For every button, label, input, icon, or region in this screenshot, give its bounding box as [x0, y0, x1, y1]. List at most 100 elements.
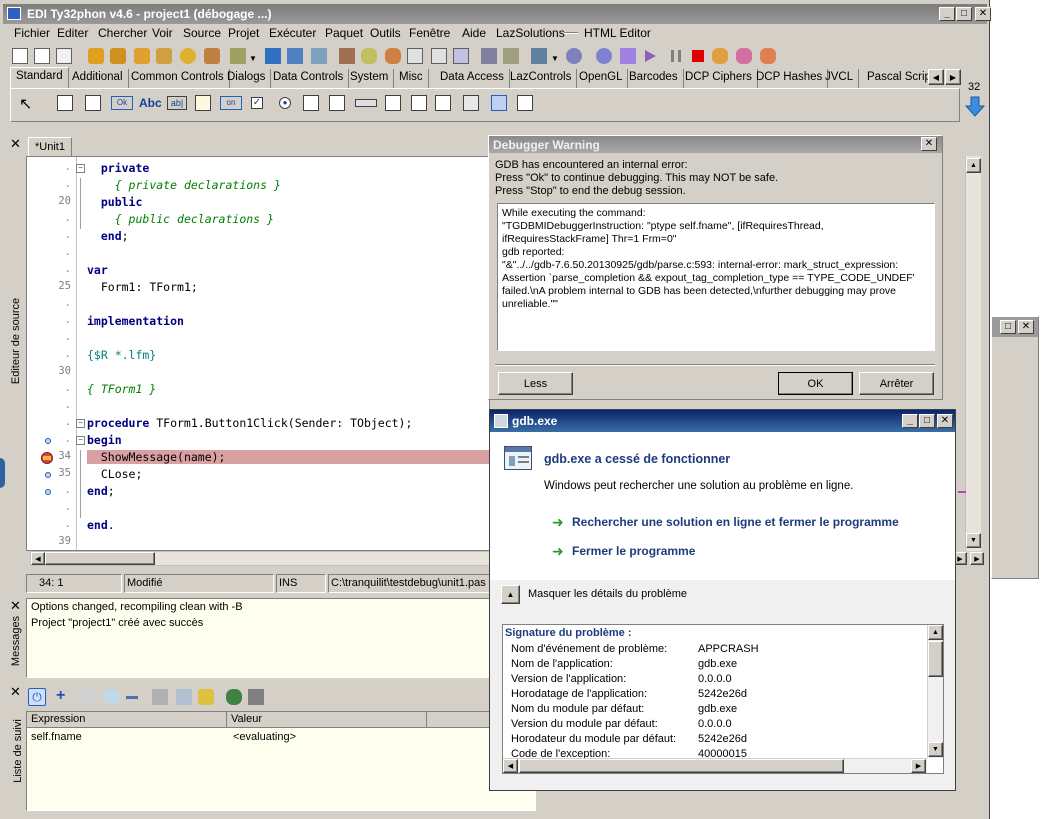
- fold-toggle-icon[interactable]: −: [76, 164, 85, 173]
- scroll-up-icon[interactable]: ▲: [966, 158, 981, 173]
- ok-button[interactable]: OK: [778, 372, 853, 395]
- message-line[interactable]: Project "project1" créé avec succès: [31, 617, 203, 629]
- enable-watch-icon[interactable]: [80, 689, 96, 705]
- menu-chercher[interactable]: Chercher: [98, 26, 147, 40]
- step-into-source-icon[interactable]: [712, 48, 728, 64]
- palette-tab-barcodes[interactable]: Barcodes: [624, 69, 684, 88]
- tgroupbox-icon[interactable]: [385, 95, 401, 111]
- tpanel-icon[interactable]: [463, 95, 479, 111]
- gdb-maximize-button[interactable]: □: [919, 414, 935, 428]
- sig-scroll-left-icon[interactable]: ◀: [503, 759, 518, 773]
- run-icon[interactable]: [642, 48, 658, 64]
- enable-all-icon[interactable]: [152, 689, 168, 705]
- menu-voir[interactable]: Voir: [152, 26, 173, 40]
- column-expression[interactable]: Expression: [27, 712, 227, 728]
- step-out-icon[interactable]: [760, 48, 776, 64]
- disable-watch-icon[interactable]: [104, 689, 120, 705]
- tlabel-icon[interactable]: Abc: [139, 96, 162, 110]
- code-line[interactable]: end;: [87, 229, 129, 243]
- new-file-icon[interactable]: [12, 48, 28, 64]
- download-arrow-icon[interactable]: [964, 96, 986, 118]
- tactionlist-icon[interactable]: [517, 95, 533, 111]
- close-program-link[interactable]: Fermer le programme: [572, 544, 695, 558]
- current-execution-arrow-icon[interactable]: [41, 452, 53, 464]
- code-line[interactable]: procedure TForm1.Button1Click(Sender: TO…: [87, 416, 412, 430]
- gdb-minimize-button[interactable]: _: [902, 414, 918, 428]
- tframe-icon[interactable]: [491, 95, 507, 111]
- disable-all-icon[interactable]: [176, 689, 192, 705]
- menu-html-editor[interactable]: HTML Editor: [584, 26, 651, 40]
- minimize-button[interactable]: _: [939, 7, 955, 21]
- open-package-icon[interactable]: [156, 48, 172, 64]
- tcheckbox-icon[interactable]: ✓: [251, 97, 263, 109]
- find-icon[interactable]: [180, 48, 196, 64]
- step-over-source-icon[interactable]: [736, 48, 752, 64]
- stop-button[interactable]: Arrêter: [859, 372, 934, 395]
- menu-aide[interactable]: Aide: [462, 26, 486, 40]
- ttogglebox-icon[interactable]: on: [220, 96, 242, 110]
- palette-tab-lazcontrols[interactable]: LazControls: [505, 69, 578, 88]
- tradiogroup-icon[interactable]: [411, 95, 427, 111]
- palette-tab-misc[interactable]: Misc: [394, 69, 429, 88]
- sig-scroll-down-icon[interactable]: ▼: [928, 742, 943, 757]
- code-line[interactable]: end.: [87, 518, 115, 532]
- build-icon[interactable]: [481, 48, 497, 64]
- tradiobutton-icon[interactable]: ●: [279, 97, 291, 109]
- editor-vertical-scrollbar[interactable]: ▲ ▼: [958, 156, 981, 551]
- palette-tab-dcp-ciphers[interactable]: DCP Ciphers: [680, 69, 758, 88]
- details-toggle-label[interactable]: Masquer les détails du problème: [528, 588, 687, 600]
- open-recent-icon[interactable]: [110, 48, 126, 64]
- palette-tab-jvcl[interactable]: JVCL: [820, 69, 860, 88]
- menu-source[interactable]: Source: [183, 26, 221, 40]
- menu-fichier[interactable]: Fichier: [14, 26, 50, 40]
- palette-tab-dcp-hashes[interactable]: DCP Hashes: [751, 69, 829, 88]
- tcombobox-icon[interactable]: [329, 95, 345, 111]
- code-line[interactable]: end;: [87, 484, 115, 498]
- fold-toggle-icon[interactable]: −: [76, 419, 85, 428]
- sig-hscroll-thumb[interactable]: [519, 759, 844, 773]
- pause-icon[interactable]: [668, 48, 684, 64]
- scroll-down-icon[interactable]: ▼: [966, 533, 981, 548]
- scroll-right-end-icon[interactable]: ▶: [970, 552, 984, 565]
- close-button[interactable]: ✕: [975, 7, 991, 21]
- menu-paquet[interactable]: Paquet: [325, 26, 363, 40]
- menu-executer[interactable]: Exécuter: [269, 26, 316, 40]
- palette-tab-data-controls[interactable]: Data Controls: [268, 69, 350, 88]
- menu-lazsolutions[interactable]: LazSolutions: [496, 26, 565, 40]
- less-button[interactable]: Less: [498, 372, 573, 395]
- message-line[interactable]: Options changed, recompiling clean with …: [31, 601, 243, 613]
- column-value[interactable]: Valeur: [227, 712, 427, 728]
- source-editor[interactable]: .. 20.... 25.... 30.... 34 35... 39 private { …: [26, 156, 490, 551]
- selection-arrow-icon[interactable]: ↖: [19, 94, 32, 114]
- code-line[interactable]: {$R *.lfm}: [87, 348, 156, 362]
- code-line[interactable]: { public declarations }: [87, 212, 274, 226]
- palette-tab-standard[interactable]: Standard: [10, 67, 69, 89]
- debugger-warning-close-button[interactable]: ✕: [921, 137, 937, 151]
- code-line[interactable]: begin: [87, 433, 122, 447]
- new-form-icon[interactable]: [34, 48, 50, 64]
- palette-tab-dialogs[interactable]: Dialogs: [222, 69, 272, 88]
- tbutton-icon[interactable]: Ok: [111, 96, 133, 110]
- tpopupmenu-icon[interactable]: [85, 95, 101, 111]
- palette-scroll-left-button[interactable]: ◀: [928, 69, 944, 85]
- add-to-project-icon[interactable]: [361, 48, 377, 64]
- tmainmenu-icon[interactable]: [57, 95, 73, 111]
- signature-horizontal-scrollbar[interactable]: ◀ ▶: [503, 758, 927, 773]
- execution-point-icon[interactable]: [45, 438, 51, 444]
- package-icon[interactable]: [204, 48, 220, 64]
- menu-projet[interactable]: Projet: [228, 26, 259, 40]
- sig-scroll-thumb[interactable]: [928, 641, 943, 677]
- code-line[interactable]: private: [87, 161, 149, 175]
- search-solution-link[interactable]: Rechercher une solution en ligne et ferm…: [572, 515, 899, 529]
- floating-maximize-button[interactable]: □: [1000, 320, 1016, 334]
- remove-from-project-icon[interactable]: [385, 48, 401, 64]
- view-forms-icon[interactable]: [407, 48, 423, 64]
- debugger-details-box[interactable]: While executing the command: "TGDBMIDebu…: [497, 203, 935, 351]
- code-line[interactable]: CLose;: [87, 467, 143, 481]
- maximize-button[interactable]: □: [956, 7, 972, 21]
- sig-scroll-right-icon[interactable]: ▶: [911, 759, 926, 773]
- fold-toggle-icon[interactable]: −: [76, 436, 85, 445]
- palette-tab-common-controls[interactable]: Common Controls: [126, 69, 230, 88]
- power-icon[interactable]: ⏻: [28, 688, 46, 706]
- editor-close-icon[interactable]: ✕: [10, 136, 21, 152]
